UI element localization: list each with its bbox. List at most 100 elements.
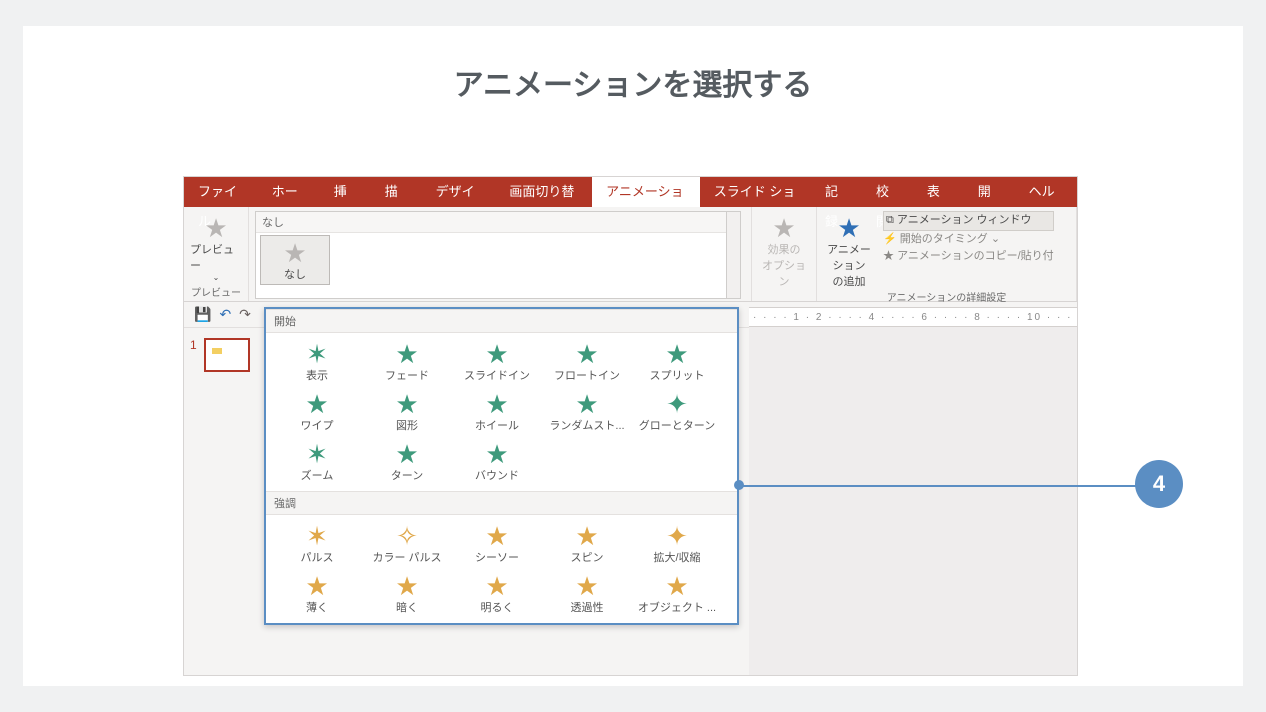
preview-button[interactable]: ★ プレビュー ⌄ (190, 211, 242, 282)
tab-animations[interactable]: アニメーション (592, 177, 700, 207)
tab-transitions[interactable]: 画面切り替え (495, 177, 592, 207)
none-item-label: なし (284, 266, 306, 282)
effect-options-button[interactable]: ★ 効果の オプション (758, 211, 810, 289)
slide-thumbnail[interactable] (204, 338, 250, 372)
tab-slideshow[interactable]: スライド ショー (700, 177, 811, 207)
animation-gallery[interactable]: なし ★ なし (255, 211, 741, 299)
redo-icon[interactable]: ↷ (239, 306, 251, 323)
powerpoint-window: ファイル ホーム 挿入 描画 デザイン 画面切り替え アニメーション スライド … (183, 176, 1078, 676)
tab-review[interactable]: 校閲 (862, 177, 913, 207)
star-icon: ★ (665, 341, 688, 367)
chevron-down-icon: ⌄ (991, 233, 1000, 245)
effect-objectcolor[interactable]: ★オブジェクト ... (632, 569, 722, 619)
effect-lighten[interactable]: ★明るく (452, 569, 542, 619)
effect-growshrink[interactable]: ✦拡大/収縮 (632, 519, 722, 569)
tab-file[interactable]: ファイル (184, 177, 258, 207)
star-icon: ★ (204, 215, 227, 241)
effect-randombars[interactable]: ★ランダムスト... (542, 387, 632, 437)
pane-icon: ⧉ (886, 214, 894, 226)
section-emphasis: 強調 (266, 491, 737, 515)
effect-desaturate[interactable]: ★薄く (272, 569, 362, 619)
callout-line (740, 485, 1146, 487)
effect-pulse[interactable]: ✶パルス (272, 519, 362, 569)
star-icon: ✦ (666, 523, 688, 549)
effect-label: ランダムスト... (549, 417, 624, 433)
effect-label: 透過性 (571, 599, 604, 615)
effect-label: 薄く (306, 599, 328, 615)
effect-label: パルス (301, 549, 334, 565)
effect-spin[interactable]: ★スピン (542, 519, 632, 569)
ribbon-tabs: ファイル ホーム 挿入 描画 デザイン 画面切り替え アニメーション スライド … (184, 177, 1077, 207)
slide-number: 1 (190, 338, 197, 352)
entrance-grid: ✶表示 ★フェード ★スライドイン ★フロートイン ★スプリット ★ワイプ ★図… (266, 333, 737, 491)
star-icon: ★ (485, 573, 508, 599)
add-animation-button[interactable]: ★ アニメーション の追加 (823, 211, 875, 289)
painter-icon: ★ (883, 250, 894, 262)
tab-help[interactable]: ヘルプ (1015, 177, 1077, 207)
effect-teeter[interactable]: ★シーソー (452, 519, 542, 569)
tab-view[interactable]: 表示 (913, 177, 964, 207)
add-animation-label: アニメーション の追加 (823, 241, 875, 289)
effect-flyin[interactable]: ★スライドイン (452, 337, 542, 387)
slide-thumbnail-pane: 1 (184, 332, 259, 675)
effect-label: 図形 (396, 417, 418, 433)
effect-growturn[interactable]: ✦グローとターン (632, 387, 722, 437)
page-title: アニメーションを選択する (23, 26, 1243, 104)
effect-zoom[interactable]: ✶ズーム (272, 437, 362, 487)
star-icon: ★ (485, 523, 508, 549)
star-icon: ★ (395, 573, 418, 599)
effect-label: バウンド (475, 467, 519, 483)
star-icon: ✶ (306, 523, 328, 549)
tab-insert[interactable]: 挿入 (320, 177, 371, 207)
star-icon: ★ (575, 573, 598, 599)
effect-appear[interactable]: ✶表示 (272, 337, 362, 387)
effect-wipe[interactable]: ★ワイプ (272, 387, 362, 437)
effect-swivel[interactable]: ★ターン (362, 437, 452, 487)
effect-darken[interactable]: ★暗く (362, 569, 452, 619)
effect-label: 拡大/収縮 (653, 549, 700, 565)
star-icon: ✧ (396, 523, 418, 549)
gallery-none-header: なし (256, 212, 740, 233)
ribbon-group-advanced: ★ アニメーション の追加 ⧉ アニメーション ウィンドウ ⚡ 開始のタイミング… (817, 207, 1077, 301)
effect-label: カラー パルス (372, 549, 441, 565)
trigger-label: 開始のタイミング (900, 233, 988, 245)
trigger-button[interactable]: ⚡ 開始のタイミング ⌄ (883, 231, 1054, 249)
save-icon[interactable]: 💾 (194, 306, 211, 323)
animation-painter-button[interactable]: ★ アニメーションのコピー/貼り付 (883, 248, 1054, 266)
star-icon: ✶ (306, 441, 328, 467)
gallery-scrollbar[interactable] (726, 212, 740, 298)
ruler: · · · · 1 · 2 · · · · 4 · · · · 6 · · · … (749, 307, 1077, 327)
tab-design[interactable]: デザイン (422, 177, 496, 207)
effect-label: スプリット (650, 367, 705, 383)
tab-draw[interactable]: 描画 (371, 177, 422, 207)
tab-developer[interactable]: 開発 (964, 177, 1015, 207)
effect-split[interactable]: ★スプリット (632, 337, 722, 387)
star-icon: ★ (395, 441, 418, 467)
star-icon: ★ (305, 573, 328, 599)
effect-label: ターン (391, 467, 423, 483)
effect-label: シーソー (475, 549, 519, 565)
star-icon: ✶ (306, 341, 328, 367)
animation-pane-button[interactable]: ⧉ アニメーション ウィンドウ (883, 211, 1054, 231)
callout-number: 4 (1135, 460, 1183, 508)
undo-icon[interactable]: ↶ (219, 306, 231, 323)
effect-wheel[interactable]: ★ホイール (452, 387, 542, 437)
tab-record[interactable]: 記録 (811, 177, 862, 207)
effect-fade[interactable]: ★フェード (362, 337, 452, 387)
effect-bounce[interactable]: ★バウンド (452, 437, 542, 487)
gallery-none-item[interactable]: ★ なし (260, 235, 330, 285)
effect-shape[interactable]: ★図形 (362, 387, 452, 437)
star-icon: ★ (283, 240, 306, 266)
effect-colorpulse[interactable]: ✧カラー パルス (362, 519, 452, 569)
effect-label: グローとターン (639, 417, 715, 433)
effect-floatin[interactable]: ★フロートイン (542, 337, 632, 387)
effect-transparency[interactable]: ★透過性 (542, 569, 632, 619)
preview-group-label: プレビュー (191, 284, 241, 299)
ribbon-group-effect-options: ★ 効果の オプション (752, 207, 817, 301)
effect-label: ワイプ (301, 417, 334, 433)
star-icon: ★ (485, 441, 508, 467)
tab-home[interactable]: ホーム (258, 177, 320, 207)
star-icon: ★ (305, 391, 328, 417)
effect-label: 暗く (396, 599, 418, 615)
effect-label: 表示 (306, 367, 328, 383)
